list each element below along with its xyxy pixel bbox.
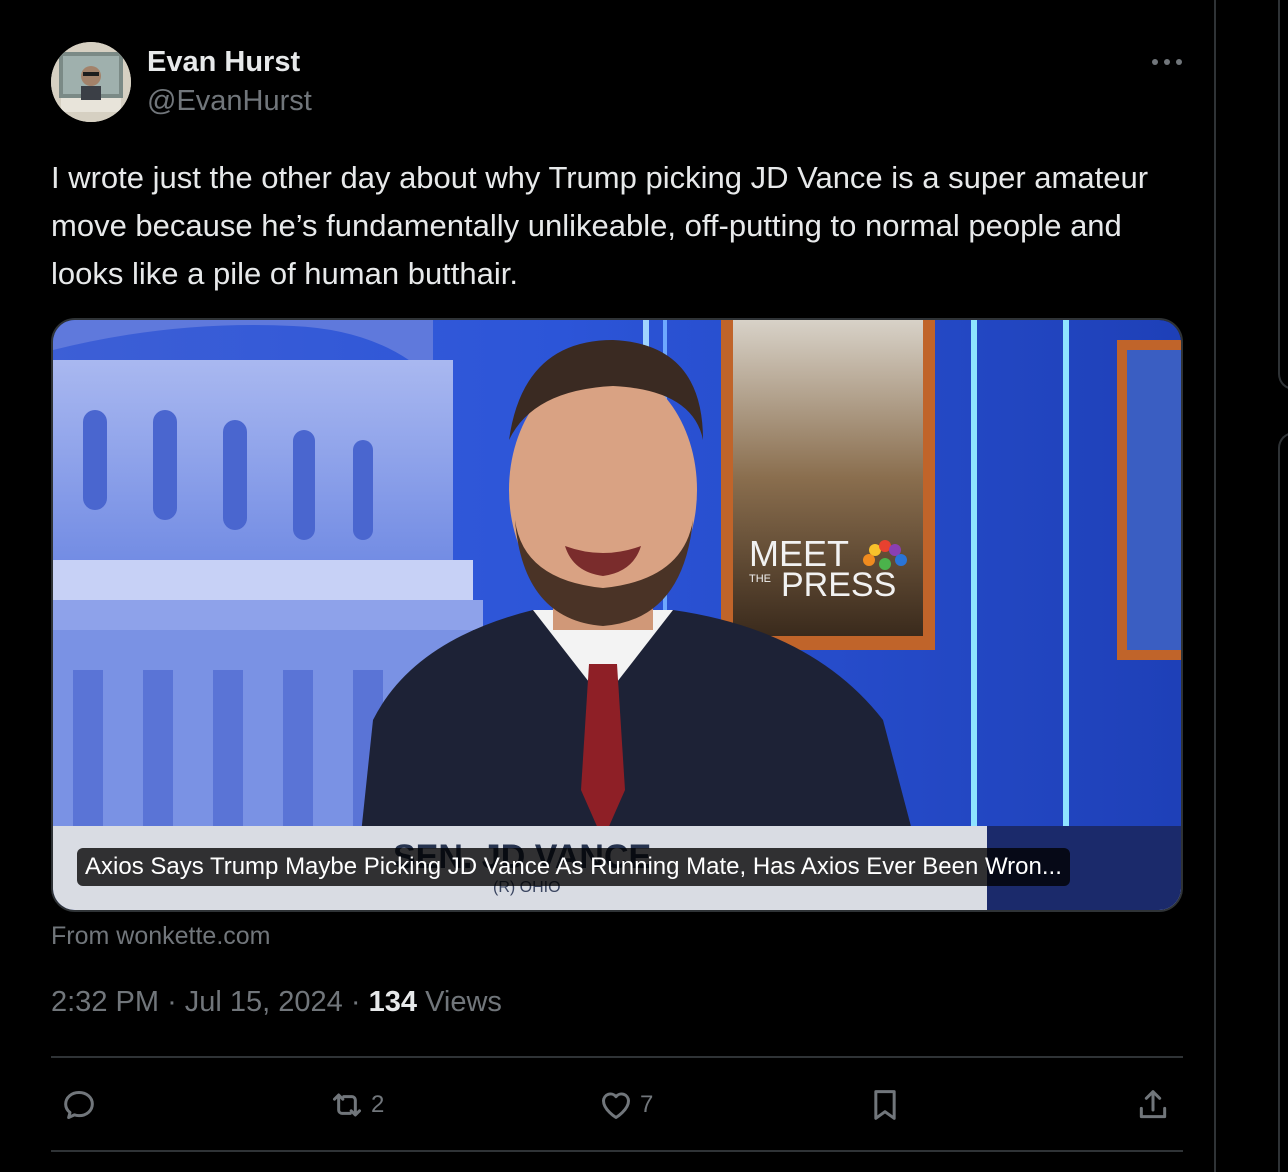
sidebar-card: [1278, 432, 1288, 1172]
reply-button[interactable]: [59, 1080, 99, 1130]
meta-separator: ·: [167, 986, 177, 1018]
share-button[interactable]: [1133, 1080, 1173, 1130]
source-link[interactable]: From wonkette.com: [51, 922, 271, 951]
repost-button[interactable]: 2: [327, 1080, 384, 1130]
repost-icon: [333, 1093, 361, 1117]
link-card-caption: Axios Says Trump Maybe Picking JD Vance …: [77, 848, 1070, 886]
tweet-time[interactable]: 2:32 PM: [51, 986, 159, 1018]
svg-text:PRESS: PRESS: [781, 566, 896, 604]
more-options-button[interactable]: [1145, 44, 1189, 80]
avatar[interactable]: [51, 42, 131, 122]
author-handle[interactable]: @EvanHurst: [147, 85, 312, 118]
author-name[interactable]: Evan Hurst: [147, 46, 300, 79]
divider: [51, 1056, 1183, 1058]
column-divider: [1214, 0, 1216, 1172]
more-icon: [1152, 59, 1182, 65]
repost-count: 2: [371, 1091, 385, 1118]
divider: [51, 1150, 1183, 1152]
link-card-image: MEET THE PRESS S: [53, 320, 1181, 910]
sidebar-card: [1278, 0, 1288, 390]
tweet-date[interactable]: Jul 15, 2024: [185, 986, 343, 1018]
like-count: 7: [640, 1091, 654, 1118]
link-card[interactable]: MEET THE PRESS S: [51, 318, 1183, 912]
reply-icon: [64, 1091, 94, 1119]
views-label: Views: [425, 986, 502, 1018]
bookmark-button[interactable]: [865, 1080, 905, 1130]
heart-icon: [602, 1092, 630, 1119]
bookmark-icon: [874, 1090, 896, 1120]
views-count: 134: [368, 986, 417, 1018]
meta-separator: ·: [350, 986, 361, 1018]
share-icon: [1139, 1090, 1167, 1119]
svg-text:THE: THE: [749, 573, 771, 585]
like-button[interactable]: 7: [596, 1080, 653, 1130]
action-bar: 2 7: [51, 1080, 1183, 1130]
tweet-text: I wrote just the other day about why Tru…: [51, 160, 1149, 291]
tweet-meta: 2:32 PM · Jul 15, 2024 · 134 Views: [51, 986, 502, 1019]
